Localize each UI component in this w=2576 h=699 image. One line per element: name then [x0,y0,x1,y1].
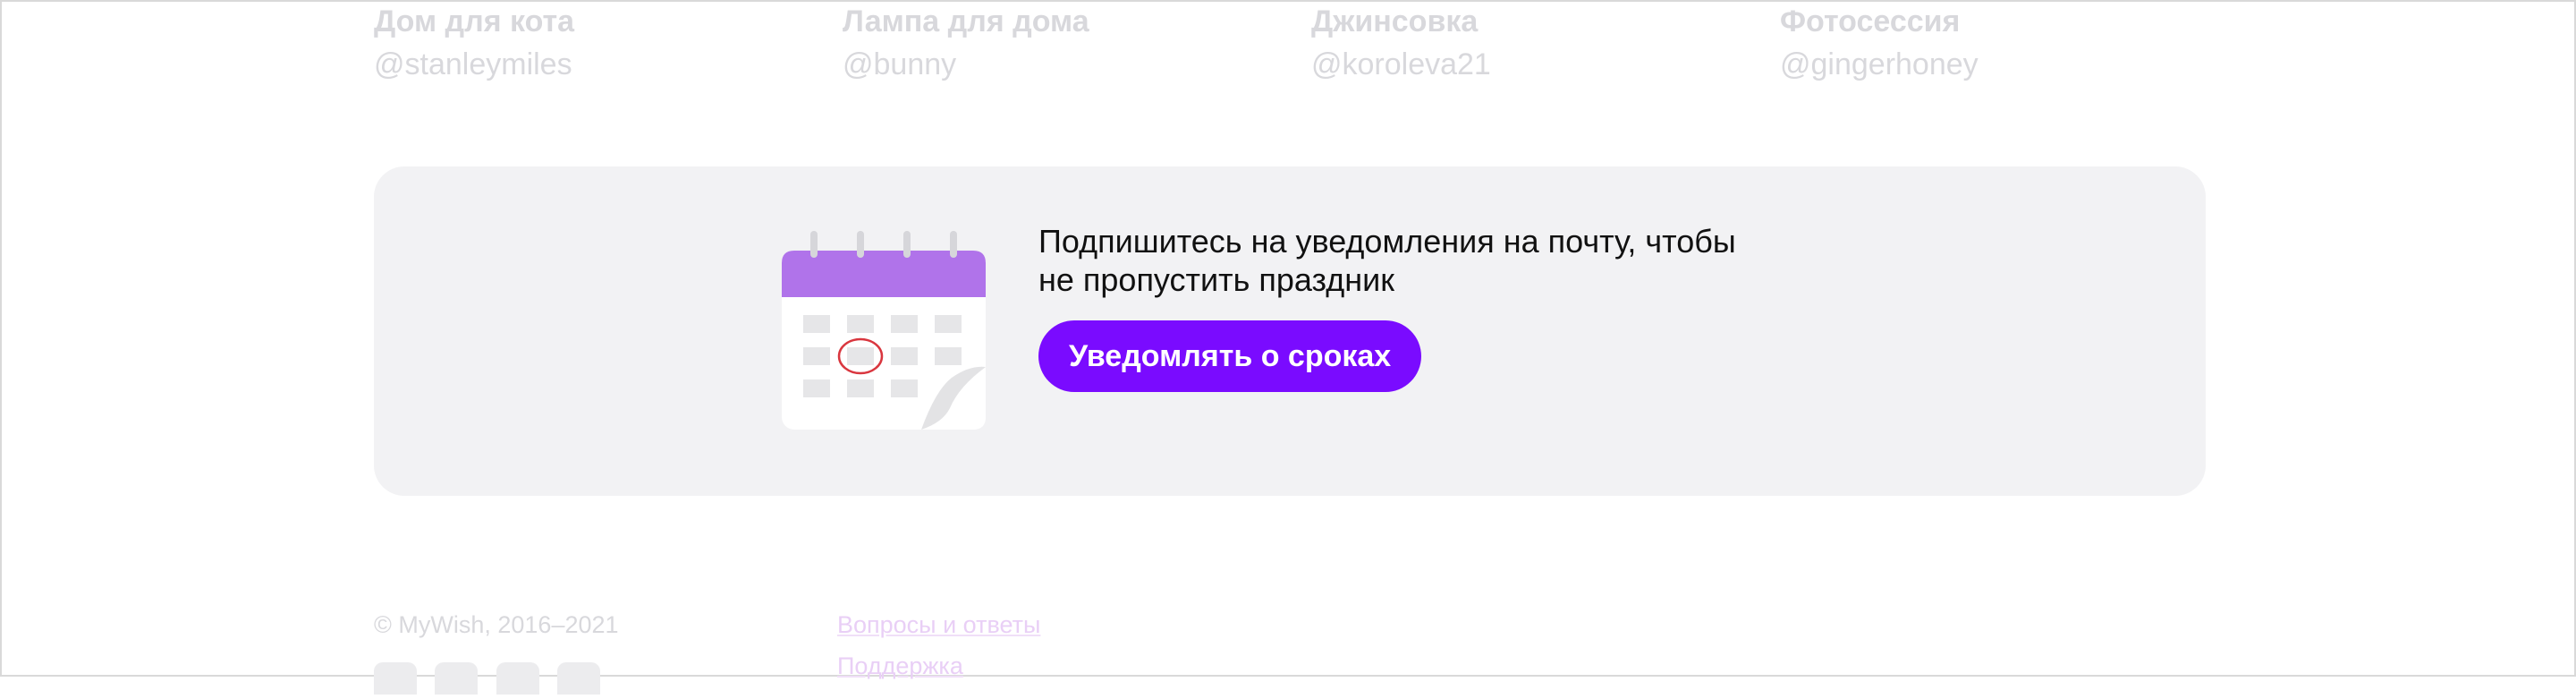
subscribe-message-line: Подпишитесь на уведомления на почту, что… [1038,223,1736,260]
vk-icon[interactable] [374,662,417,695]
wish-author[interactable]: @stanleymiles [374,45,803,84]
calendar-header [782,251,986,297]
copyright: © MyWish, 2016–2021 [374,611,619,638]
wish-title[interactable]: Дом для кота [374,4,803,39]
wish-card[interactable]: Джинсовка @koroleva21 [1311,2,1741,84]
subscribe-message: Подпишитесь на уведомления на почту, что… [1038,222,1843,299]
youtube-icon[interactable] [435,662,479,695]
wish-author[interactable]: @gingerhoney [1780,45,2209,84]
support-link[interactable]: Поддержка [837,648,1040,684]
wish-card[interactable]: Лампа для дома @bunny [843,2,1272,84]
faq-link[interactable]: Вопросы и ответы [837,607,1040,643]
calendar-illustration [782,231,986,430]
wish-card[interactable]: Фотосессия @gingerhoney [1780,2,2209,84]
wish-author[interactable]: @koroleva21 [1311,45,1741,84]
page: Дом для кота @stanleymiles Лампа для дом… [2,2,2574,695]
wish-card[interactable]: Дом для кота @stanleymiles [374,2,803,84]
social-links [374,662,614,699]
footer-links: Вопросы и ответы Поддержка [837,607,1040,689]
facebook-icon[interactable] [496,662,539,695]
wish-title[interactable]: Джинсовка [1311,4,1741,39]
wish-list: Дом для кота @stanleymiles Лампа для дом… [374,2,2206,91]
instagram-icon[interactable] [557,662,601,695]
wish-title[interactable]: Фотосессия [1780,4,2209,39]
subscribe-message-line: не пропустить праздник [1038,261,1394,298]
subscribe-banner: Подпишитесь на уведомления на почту, что… [374,166,2206,496]
footer: © MyWish, 2016–2021 Вопросы и ответы Под… [374,607,2206,695]
wish-author[interactable]: @bunny [843,45,1272,84]
notify-deadlines-button[interactable]: Уведомлять о сроках [1038,320,1422,392]
wish-title[interactable]: Лампа для дома [843,4,1272,39]
